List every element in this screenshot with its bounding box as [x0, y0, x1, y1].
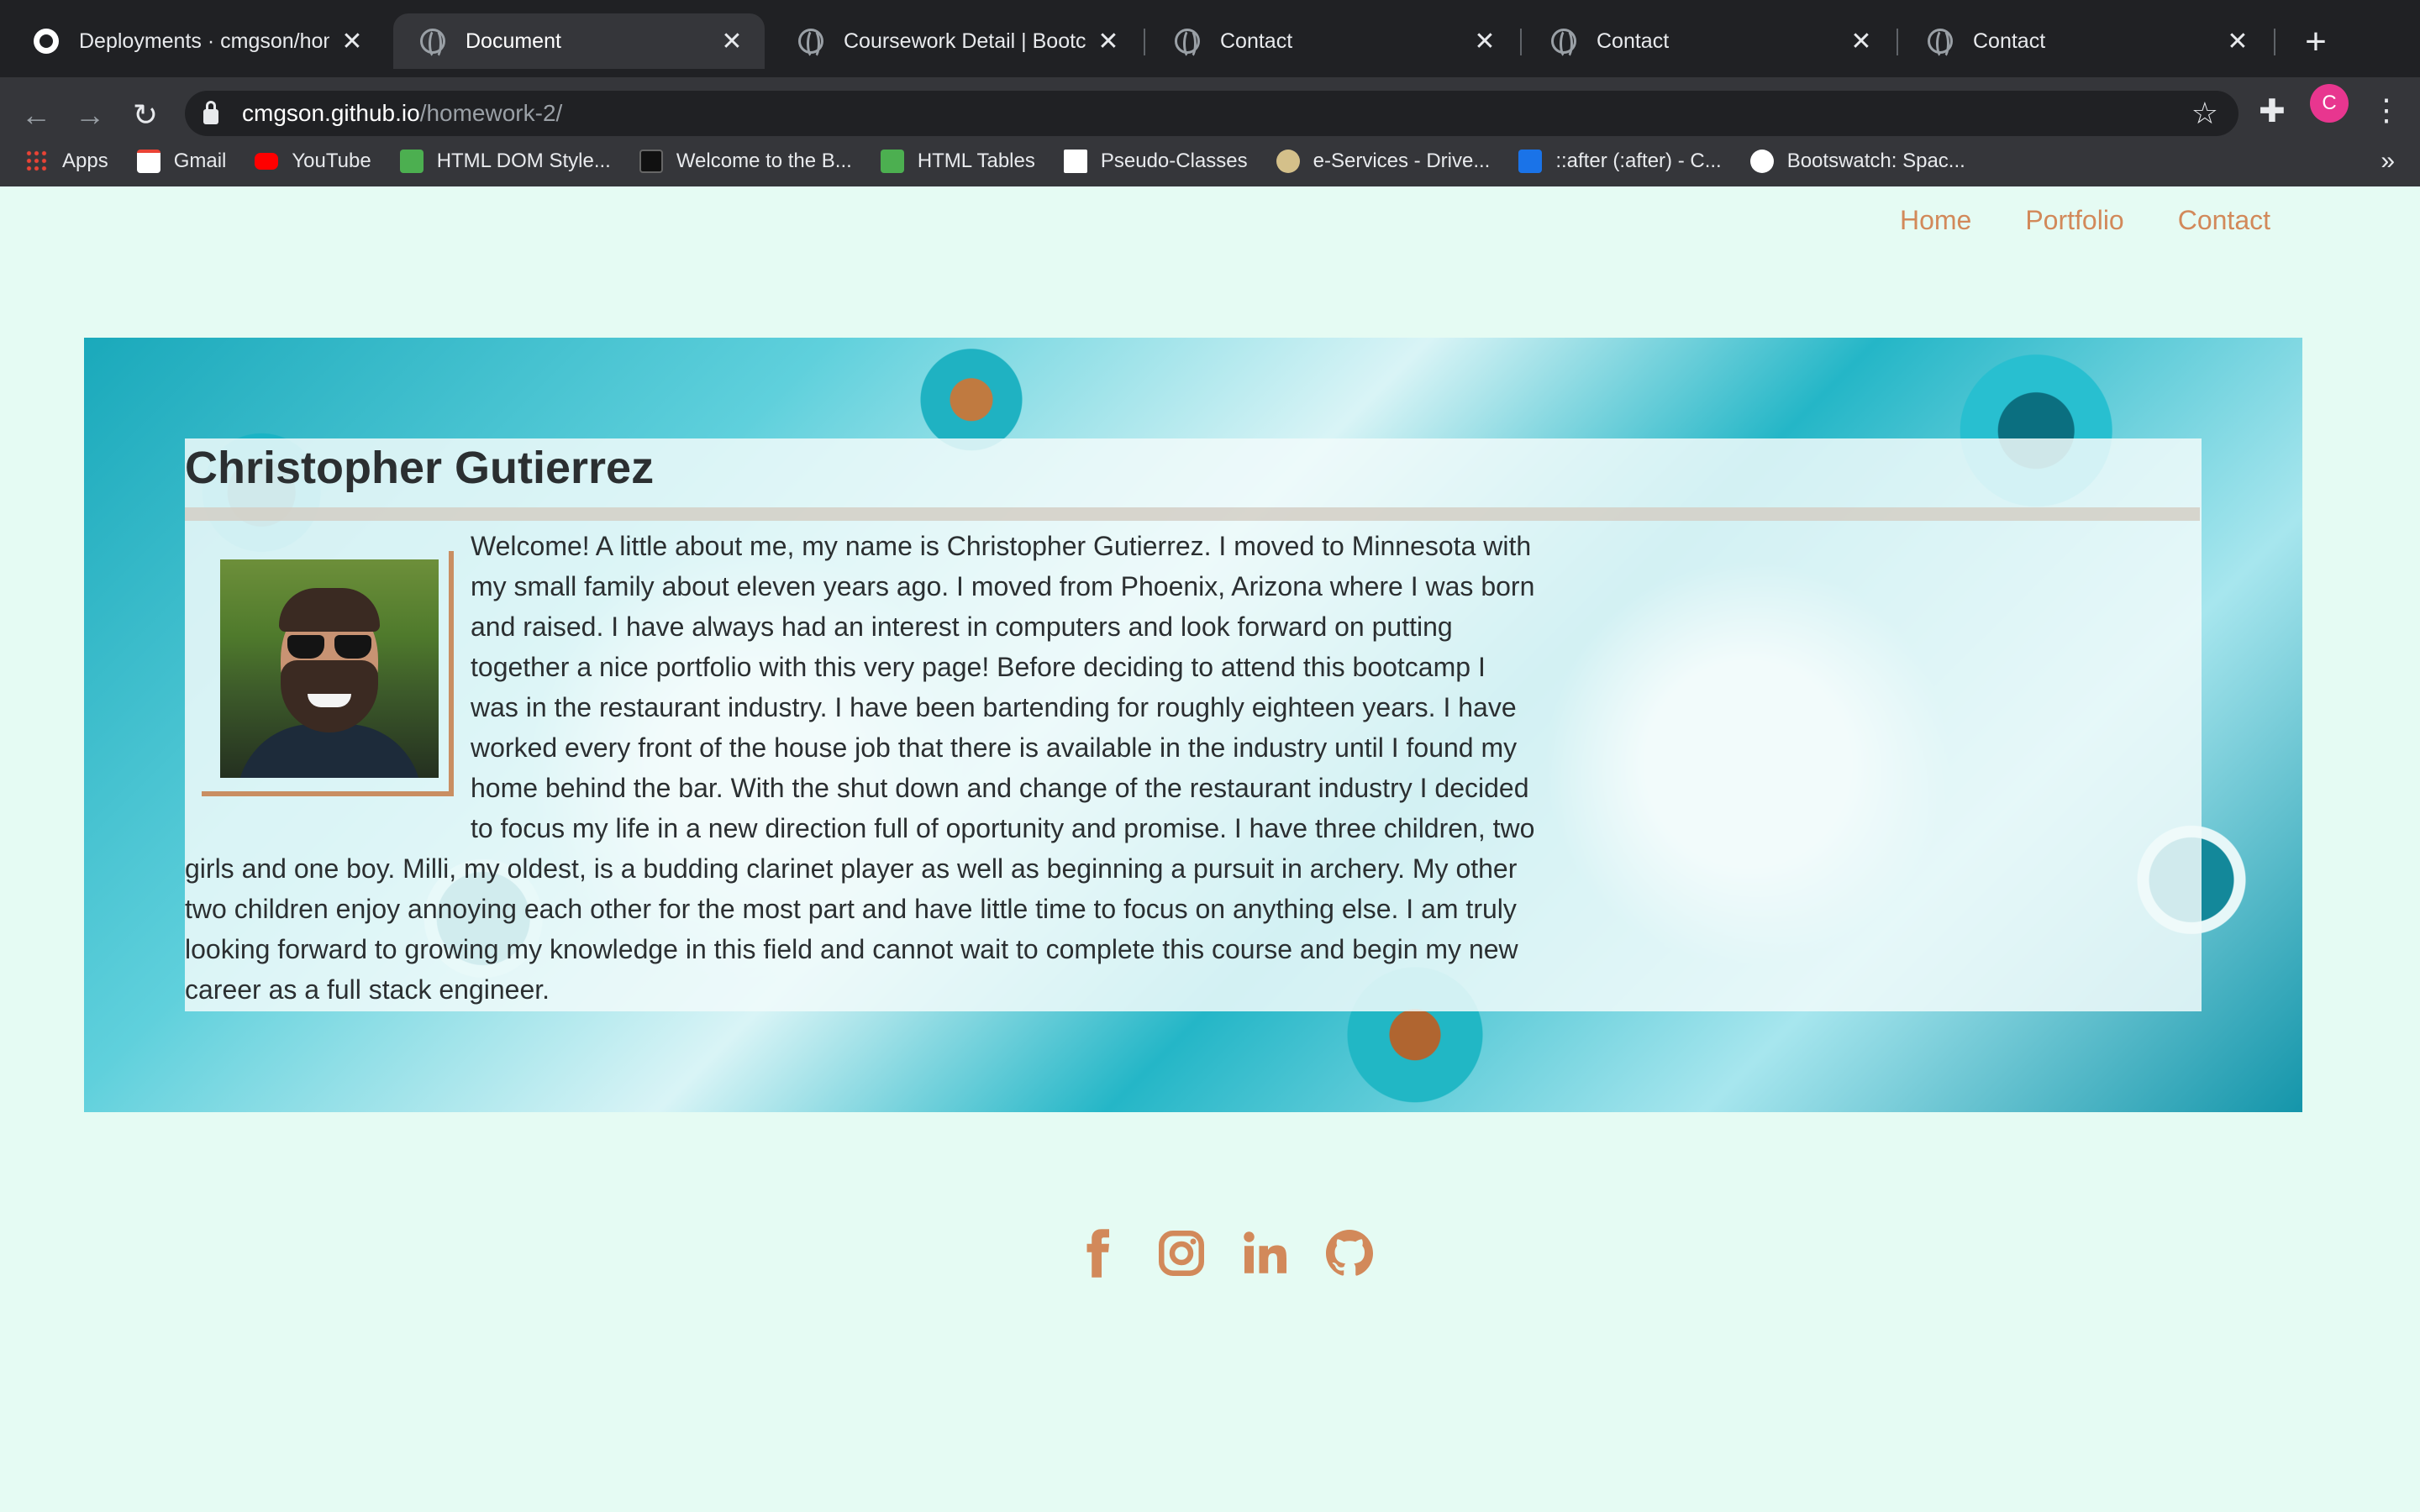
tab-deployments[interactable]: Deployments · cmgson/homework-2 ✕ [7, 13, 385, 69]
bookmark-label: Pseudo-Classes [1100, 150, 1248, 172]
bookmark-label: HTML DOM Style... [436, 150, 611, 172]
back-button[interactable]: ← [15, 94, 57, 136]
about-card: Christopher Gutierrez Welcome! A little … [185, 438, 2202, 1011]
gmail-icon [136, 150, 160, 173]
page-content: Home Portfolio Contact Christopher Gutie… [0, 186, 2420, 1512]
divider [185, 507, 2200, 521]
menu-icon[interactable]: ⋮ [2371, 92, 2402, 128]
youtube-icon [255, 153, 279, 170]
tab-document[interactable]: Document ✕ [393, 13, 765, 69]
nav-link-contact[interactable]: Contact [2178, 205, 2270, 236]
globe-icon [1551, 29, 1576, 59]
bookmark-label: Welcome to the B... [676, 150, 852, 172]
bookmark-html-tables[interactable]: HTML Tables [880, 150, 1035, 173]
tab-title: Contact [1973, 29, 2046, 53]
close-icon[interactable]: ✕ [1472, 27, 1497, 56]
bookmark-label: Apps [62, 150, 108, 172]
linkedin-icon[interactable] [1240, 1228, 1291, 1278]
codepen-icon [1063, 150, 1087, 173]
url-host: cmgson.github.io [242, 100, 420, 126]
close-icon[interactable]: ✕ [1849, 27, 1874, 56]
url-path: /homework-2/ [419, 100, 563, 126]
tab-contact-3[interactable]: Contact ✕ [1901, 13, 2270, 69]
nav-link-portfolio[interactable]: Portfolio [2025, 205, 2123, 236]
close-icon[interactable]: ✕ [719, 27, 744, 56]
nav-link-home[interactable]: Home [1900, 205, 1971, 236]
css-tricks-icon [1518, 150, 1543, 173]
w3schools-icon [399, 150, 424, 173]
extensions-icon[interactable]: ✚ [2259, 92, 2286, 130]
apps-icon [25, 150, 49, 173]
bookmark-gmail[interactable]: Gmail [136, 150, 227, 173]
lock-icon[interactable] [203, 101, 218, 124]
bookmark-label: ::after (:after) - C... [1555, 150, 1722, 172]
github-icon [34, 29, 59, 54]
bootswatch-icon [1749, 150, 1774, 173]
tab-title: Contact [1597, 29, 1670, 53]
hero-background: Christopher Gutierrez Welcome! A little … [84, 338, 2302, 1112]
profile-name: Christopher Gutierrez [185, 443, 655, 493]
globe-icon [1175, 29, 1200, 59]
tab-coursework[interactable]: Coursework Detail | Bootcamp Spot ✕ [771, 13, 1141, 69]
tab-contact-1[interactable]: Contact ✕ [1148, 13, 1518, 69]
profile-avatar[interactable]: C [2310, 84, 2349, 123]
bookmark-bootswatch[interactable]: Bootswatch: Spac... [1749, 150, 1965, 173]
globe-icon [420, 29, 445, 59]
bookmarks-overflow-button[interactable]: » [2381, 136, 2395, 186]
close-icon[interactable]: ✕ [1096, 27, 1121, 56]
bookmark-html-dom-style[interactable]: HTML DOM Style... [399, 150, 611, 173]
bio-paragraph: Welcome! A little about me, my name is C… [185, 526, 1536, 1010]
bookmark-pseudo-classes[interactable]: Pseudo-Classes [1063, 150, 1248, 173]
bookmark-welcome[interactable]: Welcome to the B... [639, 150, 852, 173]
address-bar[interactable]: cmgson.github.io/homework-2/ ☆ [185, 91, 2238, 136]
seal-icon [1276, 150, 1300, 173]
bookmarks-bar: Apps Gmail YouTube HTML DOM Style... Wel… [0, 136, 2420, 186]
tab-separator [2274, 29, 2275, 55]
browser-tab-strip: Deployments · cmgson/homework-2 ✕ Docume… [0, 0, 2420, 77]
tab-title: Coursework Detail | Bootcamp Spot [844, 29, 1086, 53]
tab-title: Contact [1220, 29, 1293, 53]
book-icon [639, 150, 663, 173]
close-icon[interactable]: ✕ [339, 27, 365, 56]
bookmark-e-services[interactable]: e-Services - Drive... [1276, 150, 1491, 173]
w3schools-icon [880, 150, 904, 173]
social-links [1072, 1228, 1408, 1278]
new-tab-button[interactable]: + [2294, 18, 2338, 66]
bookmark-after[interactable]: ::after (:after) - C... [1518, 150, 1722, 173]
reload-button[interactable]: ↻ [124, 94, 166, 136]
site-nav: Home Portfolio Contact [1846, 205, 2270, 236]
forward-button[interactable]: → [69, 94, 111, 136]
bookmark-youtube[interactable]: YouTube [255, 150, 371, 173]
bookmark-label: HTML Tables [917, 150, 1035, 172]
globe-icon [798, 29, 823, 59]
bookmark-label: Gmail [173, 150, 227, 172]
instagram-icon[interactable] [1156, 1228, 1207, 1278]
tab-title: Deployments · cmgson/homework-2 [79, 29, 329, 53]
bookmark-label: YouTube [292, 150, 371, 172]
tab-separator [1520, 29, 1522, 55]
tab-separator [1144, 29, 1145, 55]
tab-title: Document [466, 29, 561, 53]
close-icon[interactable]: ✕ [2225, 27, 2250, 56]
bookmark-star-icon[interactable]: ☆ [2191, 96, 2218, 131]
tab-contact-2[interactable]: Contact ✕ [1524, 13, 1894, 69]
bookmark-apps[interactable]: Apps [25, 150, 108, 173]
bookmark-label: Bootswatch: Spac... [1786, 150, 1965, 172]
tab-separator [1897, 29, 1898, 55]
bookmark-label: e-Services - Drive... [1313, 150, 1491, 172]
facebook-icon[interactable] [1072, 1228, 1123, 1278]
globe-icon [1928, 29, 1953, 59]
github-icon[interactable] [1324, 1228, 1375, 1278]
